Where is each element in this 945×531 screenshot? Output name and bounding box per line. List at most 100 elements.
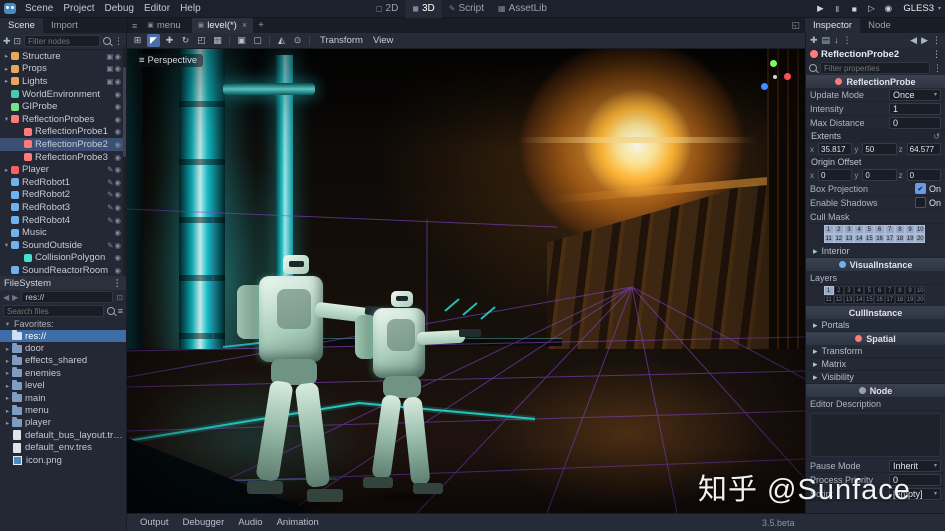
lock-icon[interactable]: ▣ [235,34,248,47]
menu-item[interactable]: Debug [99,3,138,14]
layer-cell[interactable]: 18 [894,295,905,304]
layer-cell[interactable]: 4 [854,286,865,295]
layer-cell[interactable]: 8 [894,225,905,234]
unlock-icon[interactable]: ▢ [251,34,264,47]
scene-tree-row[interactable]: ▸ Structure ▣◉ [0,50,126,63]
load-resource-icon[interactable]: ▤ [822,35,831,46]
layer-cell[interactable]: 3 [843,286,855,295]
back-icon[interactable]: ◀ [3,293,9,302]
scene-tree-row[interactable]: RedRobot1 ✎◉ [0,176,126,189]
extents-x-field[interactable]: 35.817 [818,143,853,155]
filesystem-row[interactable]: ▸ effects_shared [0,354,126,367]
list-select-tool-icon[interactable]: ▦ [211,34,224,47]
layer-cell[interactable]: 8 [894,286,905,295]
close-tab-icon[interactable]: × [242,18,247,33]
category-spatial[interactable]: Spatial [806,332,945,345]
matrix-section[interactable]: ▸ Matrix [806,358,945,371]
filter-nodes-input[interactable] [24,35,100,47]
scene-tree-row[interactable]: WorldEnvironment ◉ [0,88,126,101]
layer-cell[interactable]: 7 [884,286,895,295]
category-visualinstance[interactable]: VisualInstance [806,258,945,271]
workspace-tab[interactable]: ✎ Script [442,0,491,18]
layer-cell[interactable]: 14 [854,295,865,304]
filesystem-row[interactable]: default_env.tres [0,442,126,454]
viewport-menu[interactable]: View [368,35,398,46]
box-projection-checkbox[interactable]: ✔ [914,183,926,194]
layer-cell[interactable]: 20 [915,295,926,304]
history-back-icon[interactable]: ◀ [910,35,917,46]
workspace-tab[interactable]: ◼ 3D [405,0,442,18]
play-custom-scene-button[interactable]: ◉ [882,3,894,14]
layer-cell[interactable]: 15 [864,295,875,304]
intensity-field[interactable]: 1 [889,102,941,115]
editor-description-field[interactable] [810,413,941,457]
expand-viewport-icon[interactable]: ◱ [787,20,804,31]
revert-icon[interactable]: ↺ [933,132,940,141]
menu-item[interactable]: Project [58,3,99,14]
scene-tree-row[interactable]: GIProbe ◉ [0,100,126,113]
layer-cell[interactable]: 14 [854,234,865,243]
scene-tree-row[interactable]: ReflectionProbe1 ◉ [0,126,126,139]
menu-item[interactable]: Help [175,3,206,14]
max-distance-field[interactable]: 0 [889,116,941,129]
row-status-icons[interactable]: ✎◉ [107,178,124,187]
layer-cell[interactable]: 10 [915,286,926,295]
layer-cell[interactable]: 1 [823,225,834,234]
workspace-tab[interactable]: ▦ AssetLib [491,0,554,18]
layer-cell[interactable]: 20 [915,234,926,243]
layer-cell[interactable]: 9 [905,286,916,295]
local-coords-icon[interactable]: ◭ [275,34,288,47]
viewport-menu[interactable]: Transform [315,35,368,46]
expander-icon[interactable]: ▸ [3,357,12,365]
expander-icon[interactable]: ▾ [2,241,11,249]
scene-tree-row[interactable]: SoundReactorRoom ◉ [0,264,126,276]
visibility-section[interactable]: ▸ Visibility [806,371,945,384]
scene-tree-row[interactable]: ▸ Player ✎◉ [0,163,126,176]
dock-tab[interactable]: Node [860,18,899,33]
scene-tab-list-icon[interactable]: ≡ [128,21,141,31]
layer-cell[interactable]: 17 [884,295,895,304]
layer-cell[interactable]: 10 [915,225,926,234]
layer-cell[interactable]: 18 [894,234,905,243]
move-tool-icon[interactable]: ✚ [163,34,176,47]
scene-tree-row[interactable]: ReflectionProbe3 ◉ [0,151,126,164]
rotate-tool-icon[interactable]: ↻ [179,34,192,47]
layer-cell[interactable]: 13 [843,234,855,243]
scale-tool-icon[interactable]: ◰ [195,34,208,47]
scene-tree-scrollbar[interactable] [123,47,126,276]
filesystem-row[interactable]: default_bus_layout.tres [0,429,126,441]
pause-button[interactable]: ‖ [831,4,843,14]
add-node-button[interactable]: ✚ [3,35,11,47]
perspective-menu[interactable]: ≡ Perspective [133,54,204,67]
bottom-panel-button[interactable]: Debugger [176,517,232,528]
origin-x-field[interactable]: 0 [818,169,853,181]
play-scene-button[interactable]: ▷ [865,3,877,14]
grid-icon[interactable]: ⊞ [131,34,144,47]
axis-z-dot[interactable] [761,83,768,90]
scene-tree-row[interactable]: RedRobot2 ✎◉ [0,189,126,202]
axis-x-dot[interactable] [784,73,791,80]
forward-icon[interactable]: ▶ [12,293,18,302]
scene-tree-row[interactable]: RedRobot4 ✎◉ [0,214,126,227]
new-resource-icon[interactable]: ✚ [810,35,818,46]
scene-tree-row[interactable]: CollisionPolygon ◉ [0,252,126,265]
filesystem-row[interactable]: ▸ level [0,379,126,392]
portals-section[interactable]: ▸ Portals [806,319,945,332]
history-forward-icon[interactable]: ▶ [921,35,928,46]
extents-subheader[interactable]: Extents ↺ [806,130,945,142]
scene-tree-row[interactable]: ReflectionProbe2 ◉ [0,138,126,151]
row-status-icons[interactable]: ▣◉ [106,77,124,86]
layer-cell[interactable]: 1 [823,286,834,295]
layer-cell[interactable]: 11 [823,234,834,243]
bottom-panel-button[interactable]: Audio [231,517,269,528]
layer-cell[interactable]: 2 [833,225,844,234]
renderer-dropdown[interactable]: GLES3 ▾ [903,3,941,14]
filesystem-row[interactable]: ▸ player [0,416,126,429]
scene-tree-options-icon[interactable]: ⋮ [114,35,123,47]
scene-tree-row[interactable]: ▸ Lights ▣◉ [0,75,126,88]
search-files-input[interactable] [3,305,104,317]
expander-icon[interactable]: ▸ [2,65,11,73]
view-axis-gizmo[interactable] [757,59,793,95]
scene-tab[interactable]: ▣ menu [141,18,191,33]
filesystem-row[interactable]: ▸ enemies [0,367,126,379]
